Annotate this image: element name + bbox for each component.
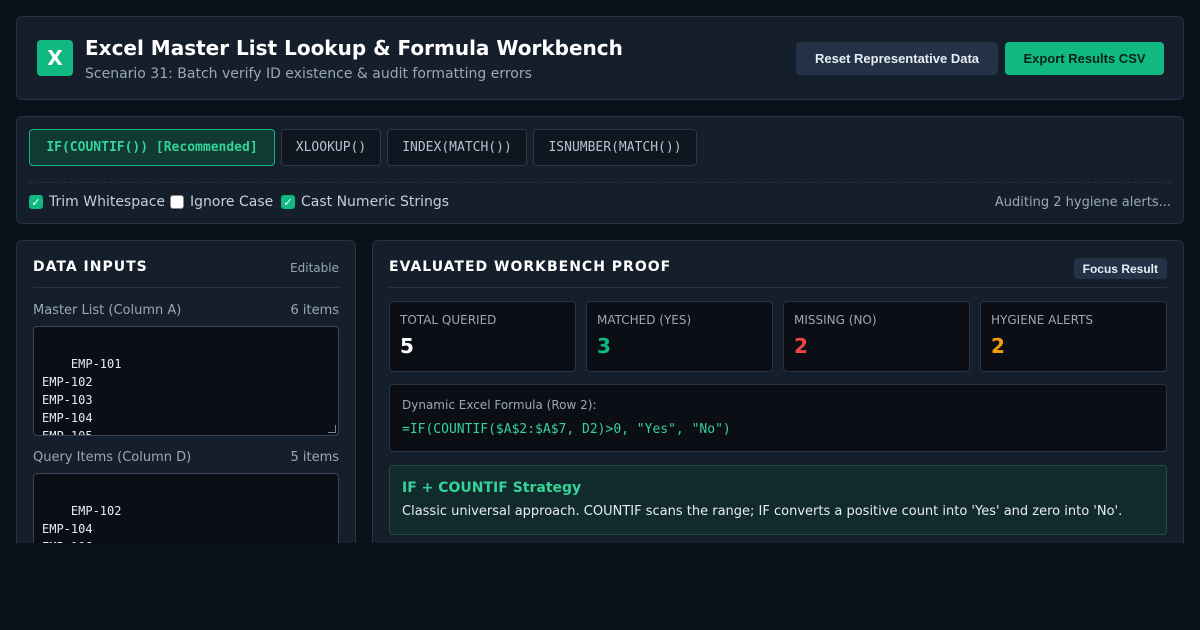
option-ignore-case[interactable]: Ignore Case: [170, 193, 273, 211]
stat-total-queried: TOTAL QUERIED 5: [389, 301, 576, 372]
master-list-count: 6 items: [290, 303, 339, 318]
viewport-cutoff: [0, 543, 1200, 630]
dynamic-formula-box: Dynamic Excel Formula (Row 2): =IF(COUNT…: [389, 384, 1167, 452]
tab-if-countif[interactable]: IF(COUNTIF()) [Recommended]: [29, 129, 275, 166]
app-header: X Excel Master List Lookup & Formula Wor…: [16, 16, 1184, 100]
stat-label: TOTAL QUERIED: [400, 313, 497, 327]
checkbox-unchecked-icon[interactable]: [170, 195, 184, 209]
checkbox-checked-icon[interactable]: ✓: [281, 195, 295, 209]
strategy-title: IF + COUNTIF Strategy: [402, 480, 582, 496]
export-csv-button[interactable]: Export Results CSV: [1005, 42, 1164, 75]
tab-xlookup[interactable]: XLOOKUP(): [281, 129, 381, 166]
workbench-proof-panel: EVALUATED WORKBENCH PROOF Focus Result T…: [372, 240, 1184, 570]
master-list-textarea[interactable]: EMP-101 EMP-102 EMP-103 EMP-104 EMP-105 …: [33, 326, 339, 436]
resize-handle-icon[interactable]: [328, 425, 336, 433]
option-cast-numeric[interactable]: ✓ Cast Numeric Strings: [281, 193, 449, 211]
formula-caption: Dynamic Excel Formula (Row 2):: [402, 398, 597, 412]
option-label: Ignore Case: [190, 194, 274, 210]
stat-label: HYGIENE ALERTS: [991, 313, 1094, 327]
option-label: Trim Whitespace: [49, 194, 166, 210]
stat-value: 5: [400, 334, 414, 358]
page-subtitle: Scenario 31: Batch verify ID existence &…: [85, 66, 532, 82]
strategy-box: IF + COUNTIF Strategy Classic universal …: [389, 465, 1167, 535]
stat-hygiene-alerts: HYGIENE ALERTS 2: [980, 301, 1167, 372]
reset-data-button[interactable]: Reset Representative Data: [796, 42, 998, 75]
proof-title: EVALUATED WORKBENCH PROOF: [389, 259, 672, 275]
formula-text: =IF(COUNTIF($A$2:$A$7, D2)>0, "Yes", "No…: [402, 422, 731, 437]
tab-index-match[interactable]: INDEX(MATCH()): [387, 129, 527, 166]
option-label: Cast Numeric Strings: [301, 194, 450, 210]
master-list-content: EMP-101 EMP-102 EMP-103 EMP-104 EMP-105 …: [42, 357, 122, 436]
master-list-label: Master List (Column A): [33, 303, 182, 318]
checkbox-checked-icon[interactable]: ✓: [29, 195, 43, 209]
stat-value: 3: [597, 334, 611, 358]
stat-missing: MISSING (NO) 2: [783, 301, 970, 372]
stat-label: MISSING (NO): [794, 313, 877, 327]
stat-label: MATCHED (YES): [597, 313, 692, 327]
inputs-divider: [33, 287, 339, 288]
query-items-label: Query Items (Column D): [33, 450, 192, 465]
inputs-title: DATA INPUTS: [33, 259, 148, 275]
tab-isnumber-match[interactable]: ISNUMBER(MATCH()): [533, 129, 697, 166]
excel-logo-icon: X: [37, 40, 73, 76]
option-trim-whitespace[interactable]: ✓ Trim Whitespace: [29, 193, 165, 211]
query-items-count: 5 items: [290, 450, 339, 465]
data-inputs-panel: DATA INPUTS Editable Master List (Column…: [16, 240, 356, 570]
strategy-description: Classic universal approach. COUNTIF scan…: [402, 504, 1123, 519]
options-divider: [29, 182, 1171, 183]
stat-value: 2: [991, 334, 1005, 358]
focus-result-button[interactable]: Focus Result: [1073, 258, 1167, 279]
audit-status: Auditing 2 hygiene alerts...: [994, 195, 1171, 210]
editable-badge: Editable: [290, 261, 339, 275]
page-title: Excel Master List Lookup & Formula Workb…: [85, 36, 623, 60]
formula-selector-panel: IF(COUNTIF()) [Recommended] XLOOKUP() IN…: [16, 116, 1184, 224]
stat-matched: MATCHED (YES) 3: [586, 301, 773, 372]
proof-divider: [389, 287, 1167, 288]
stat-value: 2: [794, 334, 808, 358]
